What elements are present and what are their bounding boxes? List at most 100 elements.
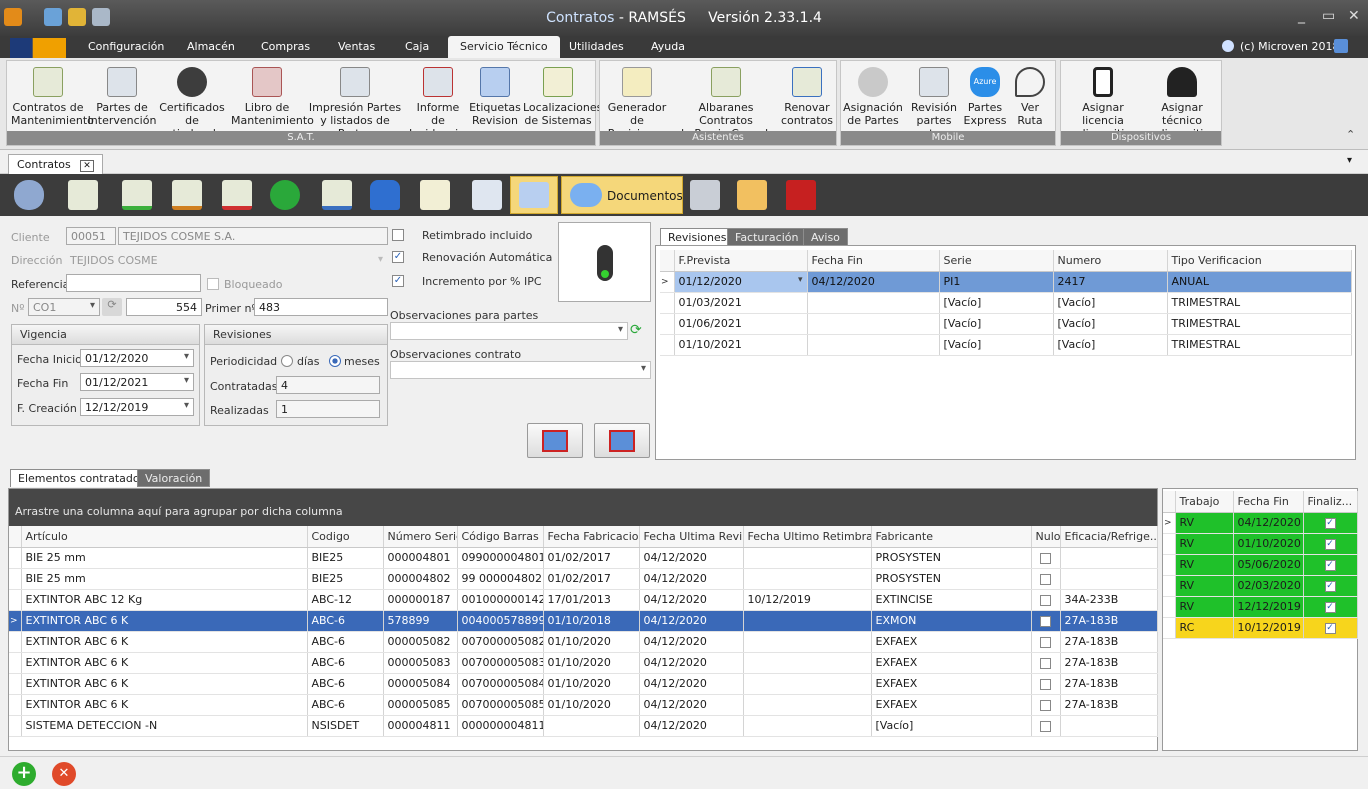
etiquetas-revision-button[interactable]: Etiquetas Revision [469,65,521,127]
table-cell[interactable]: 000000004811 [457,715,544,737]
menu-almacen[interactable]: Almacén [187,40,235,53]
table-cell[interactable]: BIE 25 mm [21,568,308,590]
document-arrow-icon[interactable] [472,180,502,210]
table-cell[interactable]: 01/12/2020 ▾ [674,271,808,293]
table-cell[interactable] [807,292,940,314]
table-cell[interactable]: 000005085 [383,694,458,716]
collapse-ribbon-icon[interactable]: ⌃ [1346,128,1355,141]
calculator-icon[interactable] [690,180,720,210]
table-cell[interactable]: ABC-6 [307,652,384,674]
col-finalizado[interactable]: Finaliz... [1303,491,1358,513]
fire-extinguishers-icon[interactable] [786,180,816,210]
table-row[interactable]: RC 10/12/2019 ✓ [1163,617,1358,639]
table-cell[interactable]: EXTINTOR ABC 6 K [21,652,308,674]
contratos-mantenimiento-button[interactable]: Contratos de Mantenimiento [11,65,94,127]
tab-valoracion[interactable]: Valoración [137,469,211,487]
table-cell[interactable]: [Vacío] [1053,292,1168,314]
table-cell[interactable] [743,715,872,737]
table-row[interactable]: EXTINTOR ABC 6 K ABC-6 000005085 0070000050… [9,694,1158,716]
table-cell[interactable]: 10/12/2019 [743,589,872,611]
finalizado-cell[interactable]: ✓ [1303,575,1358,597]
nulo-checkbox[interactable] [1040,594,1051,606]
delete-element-button[interactable]: ✕ [52,762,76,786]
col-tipo-verificacion[interactable]: Tipo Verificacion [1167,250,1352,272]
menu-ventas[interactable]: Ventas [338,40,375,53]
table-cell[interactable] [743,610,872,632]
finalizado-checkbox[interactable]: ✓ [1324,580,1336,592]
table-cell[interactable]: ABC-6 [307,694,384,716]
maximize-button[interactable]: ▭ [1322,8,1335,24]
table-cell[interactable] [1060,568,1158,590]
tab-contratos[interactable]: Contratos ✕ [8,154,103,174]
table-cell[interactable]: 001000000142 [457,589,544,611]
table-cell[interactable]: 05/06/2020 [1233,554,1304,576]
table-cell[interactable]: ANUAL [1167,271,1352,293]
table-cell[interactable]: EXTINTOR ABC 6 K [21,673,308,695]
cancel-message-icon[interactable] [737,180,767,210]
table-cell[interactable]: [Vacío] [939,334,1054,356]
col-fecha-fin[interactable]: Fecha Fin [807,250,940,272]
realizadas-field[interactable]: 1 [276,400,380,418]
table-cell[interactable]: 04/12/2020 [639,610,744,632]
table-cell[interactable]: 01/02/2017 [543,547,640,569]
table-cell[interactable]: 000004802 [383,568,458,590]
table-cell[interactable]: ABC-6 [307,631,384,653]
table-cell[interactable]: 34A-233B [1060,589,1158,611]
table-cell[interactable]: 27A-183B [1060,694,1158,716]
table-cell[interactable]: 01/10/2020 [543,673,640,695]
nulo-checkbox[interactable] [1040,678,1051,690]
partes-express-button[interactable]: Azure Partes Express [963,65,1007,127]
retimbrado-checkbox[interactable] [392,229,404,241]
albaranes-contratos-button[interactable]: Albaranes Contratosde Precio Cerrado [674,65,778,140]
date-dropdown-icon[interactable]: ▾ [798,275,803,285]
row-indicator[interactable] [9,715,22,737]
numero-field[interactable]: 554 [126,298,202,316]
asignar-licencia-button[interactable]: Asignar licenciaa dispositivo [1063,65,1143,140]
row-indicator[interactable] [9,652,22,674]
tab-revisiones[interactable]: Revisiones [660,228,735,246]
table-cell[interactable]: TRIMESTRAL [1167,334,1352,356]
col-trabajo[interactable]: Trabajo [1175,491,1234,513]
table-cell[interactable] [543,715,640,737]
nulo-checkbox[interactable] [1040,615,1051,627]
table-cell[interactable]: BIE25 [307,568,384,590]
table-row[interactable]: EXTINTOR ABC 6 K ABC-6 000005082 0070000050… [9,631,1158,653]
row-indicator[interactable] [9,568,22,590]
table-cell[interactable]: 04/12/2020 [639,589,744,611]
app-menu-button[interactable] [10,38,66,58]
add-element-button[interactable]: + [12,762,36,786]
renovar-contratos-button[interactable]: Renovar contratos [780,65,834,127]
table-row[interactable]: > RV 04/12/2020 ✓ [1163,512,1358,534]
menu-ayuda[interactable]: Ayuda [651,40,685,53]
table-row[interactable]: 01/10/2021 [Vacío] [Vacío] TRIMESTRAL [660,334,1352,356]
table-cell[interactable]: [Vacío] [871,715,1032,737]
ver-ruta-button[interactable]: Ver Ruta [1007,65,1053,127]
table-row[interactable]: > EXTINTOR ABC 6 K ABC-6 578899 004000578899… [9,610,1158,632]
table-row[interactable]: EXTINTOR ABC 6 K ABC-6 000005084 0070000050… [9,673,1158,695]
col-fecha-ultimo-retimbrado[interactable]: Fecha Ultimo Retimbrado [743,526,872,548]
table-cell[interactable]: TRIMESTRAL [1167,313,1352,335]
row-indicator[interactable] [660,334,675,356]
finalizado-checkbox[interactable]: ✓ [1324,538,1336,550]
table-cell[interactable]: RV [1175,596,1234,618]
table-cell[interactable]: NSISDET [307,715,384,737]
table-cell[interactable] [1060,715,1158,737]
calendar-button-1[interactable] [527,423,583,458]
table-cell[interactable] [807,313,940,335]
finalizado-checkbox[interactable]: ✓ [1324,517,1336,529]
row-indicator[interactable] [9,631,22,653]
lock-icon[interactable] [370,180,400,210]
table-row[interactable]: SISTEMA DETECCION -N NSISDET 000004811 0000… [9,715,1158,737]
row-indicator[interactable] [9,547,22,569]
table-cell[interactable]: 04/12/2020 [639,631,744,653]
table-cell[interactable] [807,334,940,356]
table-cell[interactable]: 04/12/2020 [639,652,744,674]
row-indicator[interactable] [1163,596,1176,618]
close-tab-icon[interactable]: ✕ [80,160,94,172]
table-cell[interactable]: PROSYSTEN [871,547,1032,569]
refresh-icon[interactable] [270,180,300,210]
table-cell[interactable]: 000005083 [383,652,458,674]
table-cell[interactable]: 01/10/2018 [543,610,640,632]
obs-contrato-field[interactable] [390,361,651,379]
revision-partes-ptes-button[interactable]: Revisiónpartes ptes [903,65,965,140]
